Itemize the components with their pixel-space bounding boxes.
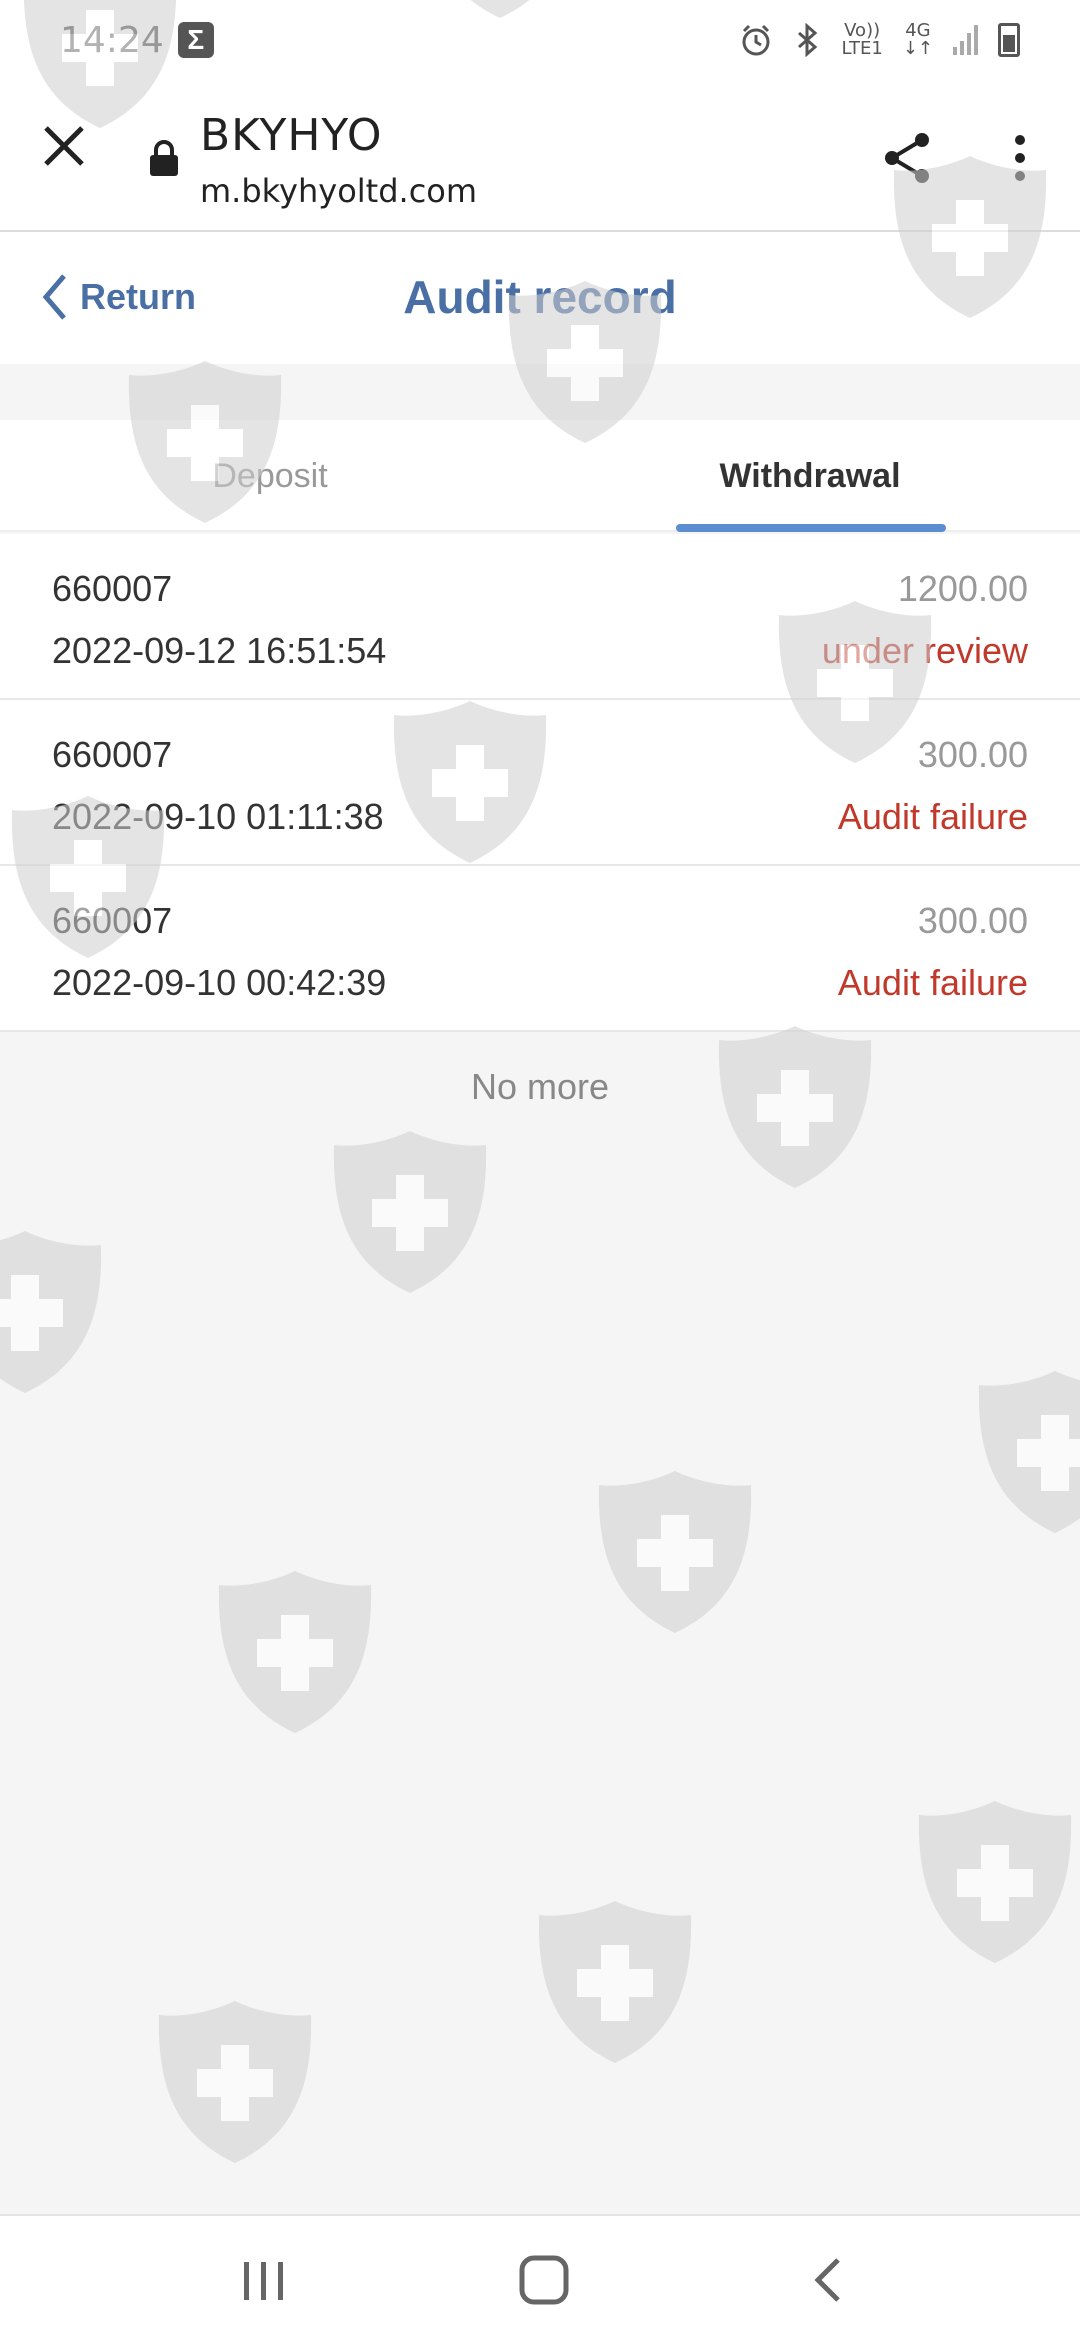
more-options-icon[interactable] bbox=[1000, 130, 1040, 186]
tab-deposit[interactable]: Deposit bbox=[0, 420, 540, 532]
shield-watermark-icon bbox=[0, 1231, 102, 1393]
record-item[interactable]: 660007 2022-09-12 16:51:54 1200.00 under… bbox=[0, 534, 1080, 700]
recents-icon[interactable] bbox=[236, 2256, 292, 2306]
home-icon[interactable] bbox=[516, 2252, 572, 2308]
record-time: 2022-09-10 01:11:38 bbox=[52, 796, 384, 837]
no-more-label: No more bbox=[470, 1066, 610, 1107]
status-bar: 14:24 Σ Vo)) LTE1 4G ↓↑ bbox=[0, 0, 1080, 80]
page-header: Return Audit record bbox=[0, 232, 1080, 364]
signal-icon bbox=[953, 25, 978, 55]
shield-watermark-icon bbox=[538, 1901, 692, 2063]
sigma-app-icon: Σ bbox=[177, 22, 214, 58]
record-id: 660007 bbox=[52, 568, 173, 609]
close-icon[interactable] bbox=[36, 118, 92, 174]
network-indicator: Vo)) LTE1 bbox=[841, 22, 882, 58]
back-icon[interactable] bbox=[800, 2252, 856, 2308]
data-indicator: 4G ↓↑ bbox=[903, 22, 933, 58]
battery-icon bbox=[998, 23, 1020, 57]
site-url[interactable]: m.bkyhyoltd.com bbox=[200, 172, 477, 210]
record-amount: 300.00 bbox=[917, 734, 1028, 775]
record-status: Audit failure bbox=[837, 962, 1028, 1003]
tab-bar: Deposit Withdrawal bbox=[0, 420, 1080, 532]
active-tab-indicator bbox=[676, 524, 946, 532]
record-amount: 1200.00 bbox=[897, 568, 1028, 609]
shield-watermark-icon bbox=[158, 2001, 312, 2163]
tab-withdrawal[interactable]: Withdrawal bbox=[540, 420, 1080, 532]
record-status: Audit failure bbox=[837, 796, 1028, 837]
bluetooth-icon bbox=[798, 23, 818, 57]
lte-label: LTE1 bbox=[841, 38, 883, 59]
record-id: 660007 bbox=[52, 900, 173, 941]
shield-watermark-icon bbox=[598, 1471, 752, 1633]
record-list: 660007 2022-09-12 16:51:54 1200.00 under… bbox=[0, 534, 1080, 1032]
system-nav-bar bbox=[0, 2214, 1080, 2340]
share-icon[interactable] bbox=[880, 130, 936, 186]
browser-toolbar: BKYHYO m.bkyhyoltd.com bbox=[0, 80, 1080, 232]
shield-watermark-icon bbox=[978, 1371, 1080, 1533]
record-item[interactable]: 660007 2022-09-10 01:11:38 300.00 Audit … bbox=[0, 700, 1080, 866]
alarm-icon bbox=[742, 24, 770, 56]
record-id: 660007 bbox=[52, 734, 173, 775]
page-title: Audit record bbox=[403, 271, 677, 323]
record-time: 2022-09-10 00:42:39 bbox=[52, 962, 387, 1003]
lock-icon bbox=[150, 140, 178, 176]
status-time: 14:24 bbox=[60, 19, 164, 61]
record-amount: 300.00 bbox=[917, 900, 1028, 941]
data-arrows-icon: ↓↑ bbox=[902, 38, 933, 59]
shield-watermark-icon bbox=[333, 1131, 487, 1293]
shield-watermark-icon bbox=[218, 1571, 372, 1733]
record-item[interactable]: 660007 2022-09-10 00:42:39 300.00 Audit … bbox=[0, 866, 1080, 1032]
record-time: 2022-09-12 16:51:54 bbox=[52, 630, 387, 671]
status-icons: Vo)) LTE1 4G ↓↑ bbox=[739, 22, 1020, 58]
site-title: BKYHYO bbox=[200, 110, 383, 161]
shield-watermark-icon bbox=[918, 1801, 1072, 1963]
record-status: under review bbox=[821, 630, 1028, 671]
